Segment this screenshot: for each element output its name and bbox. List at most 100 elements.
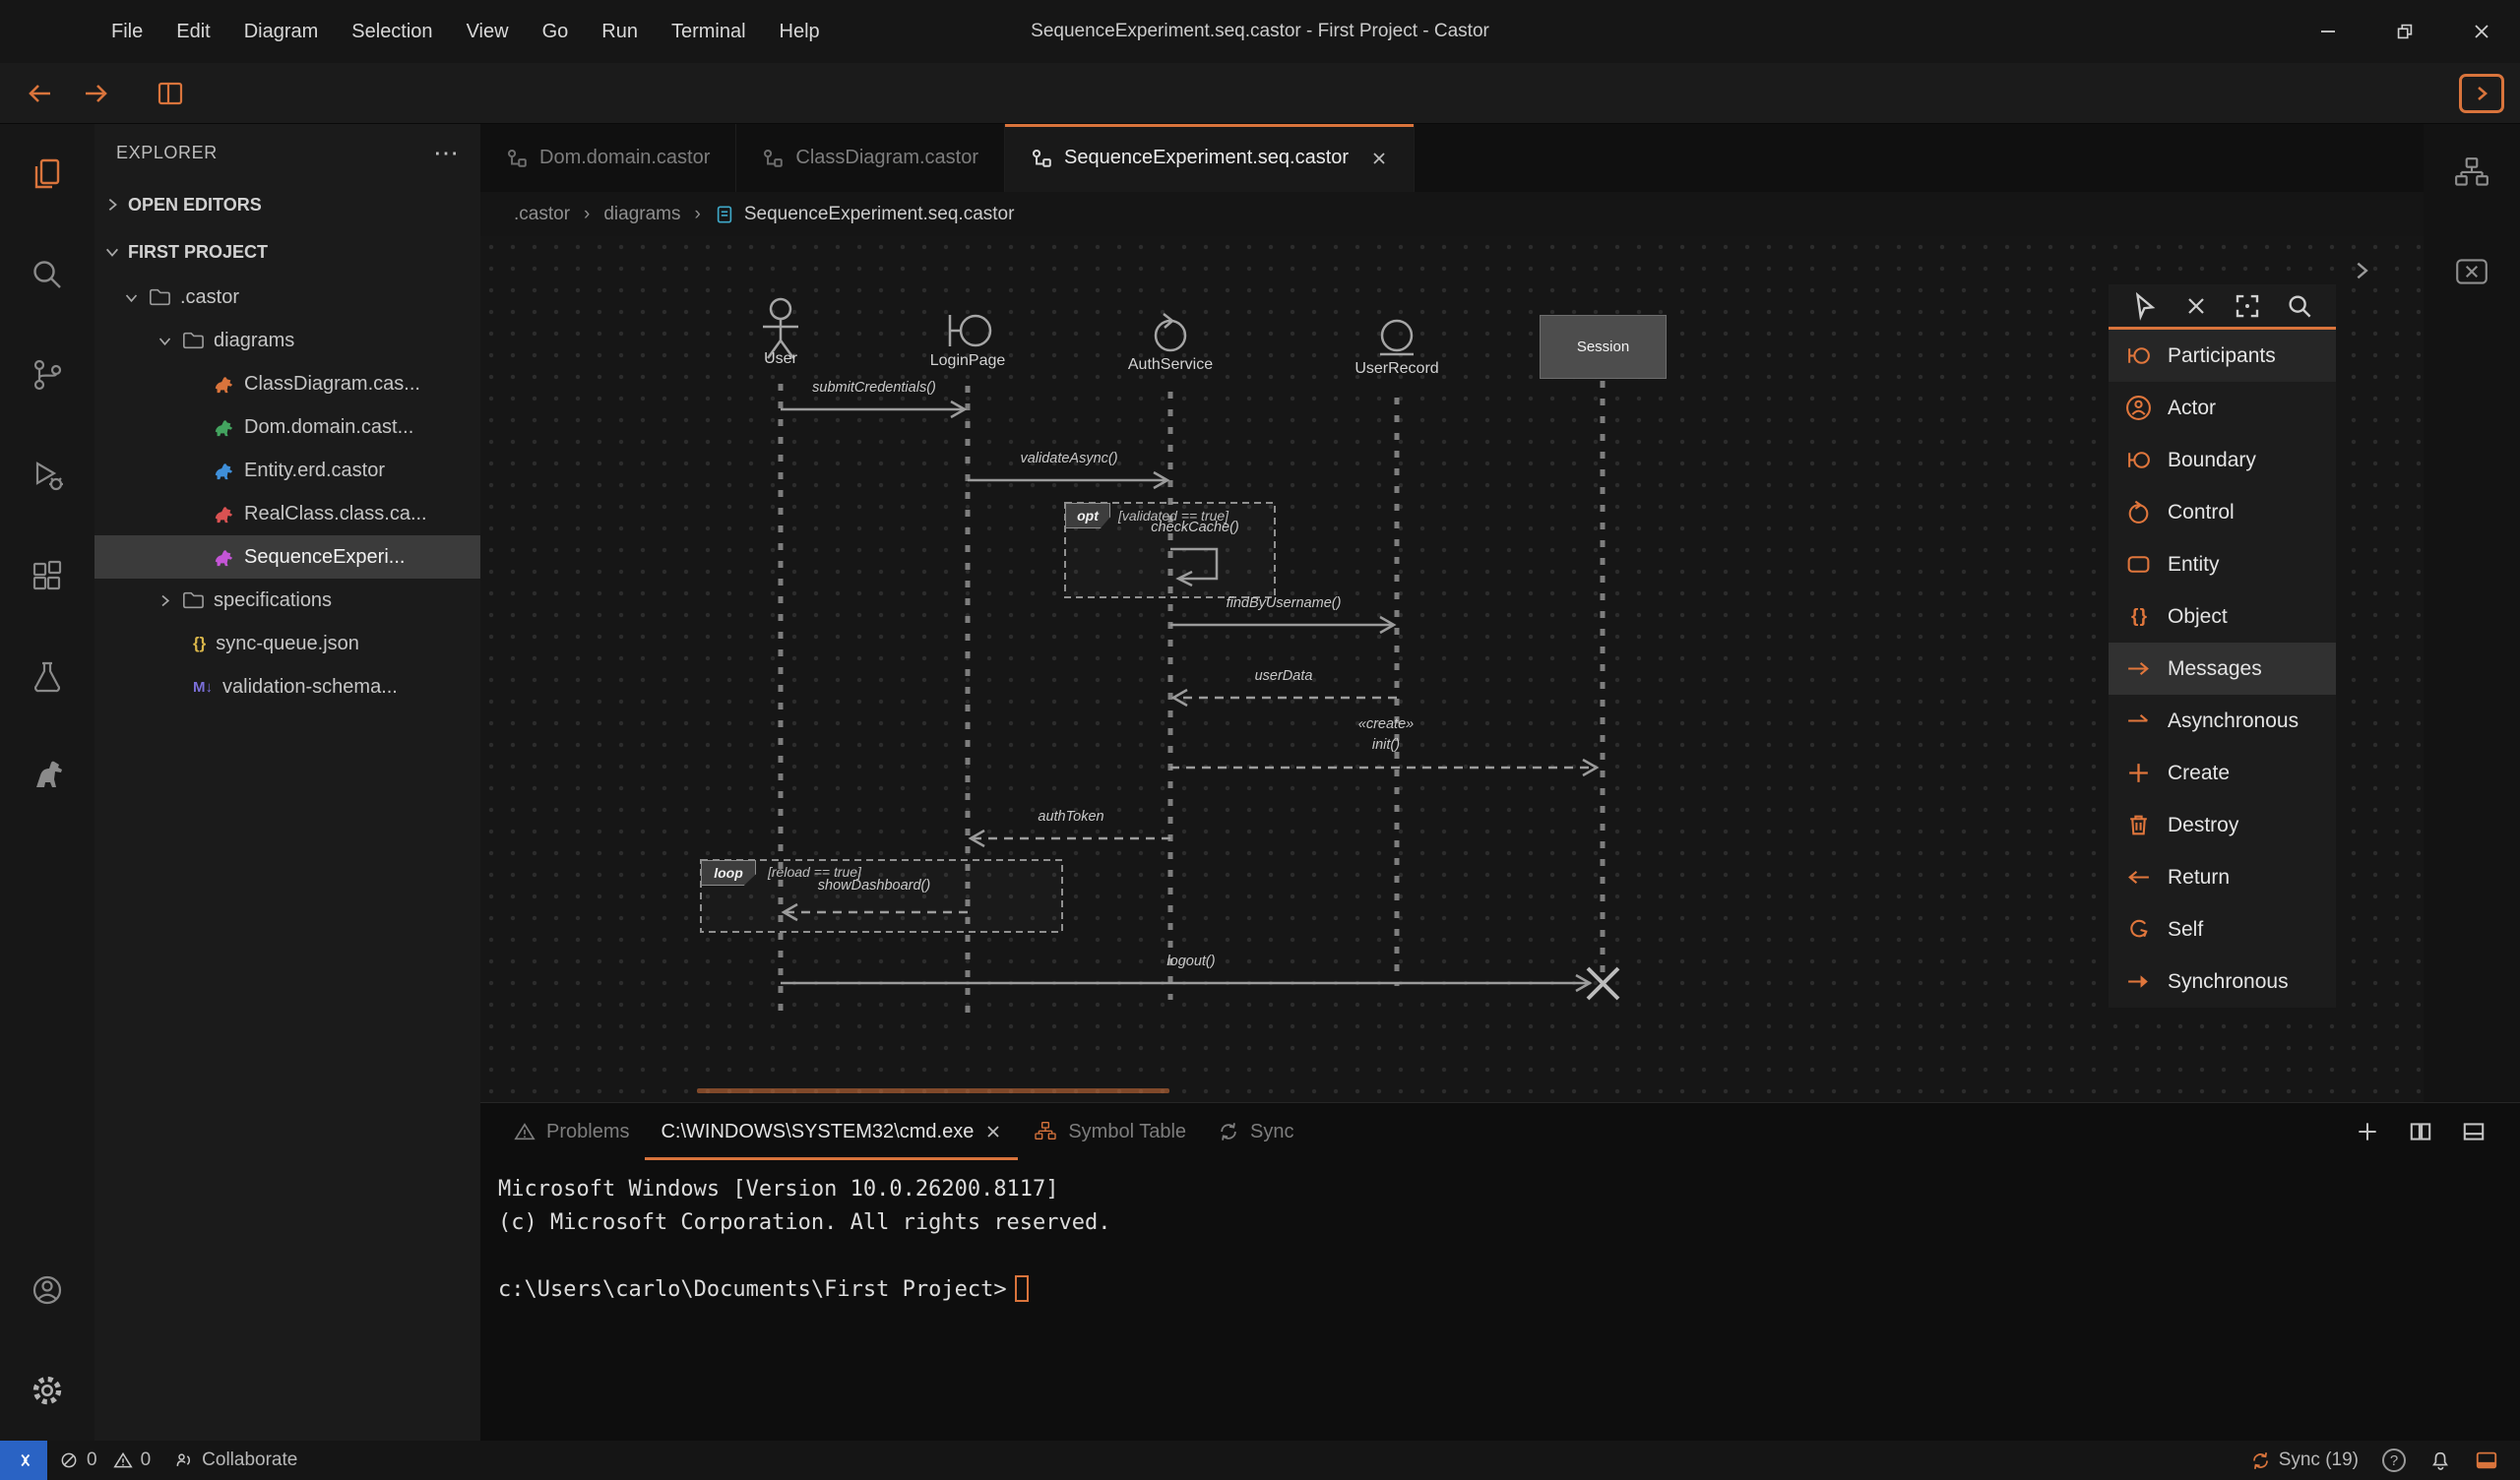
message-findbyusername[interactable]: findByUsername()	[1227, 595, 1342, 611]
diagram-editor-canvas[interactable]: User LoginPage AuthService UserRecord Se…	[480, 236, 2424, 1102]
panel-tab-sync[interactable]: Sync	[1202, 1103, 1309, 1160]
participant-userrecord[interactable]: UserRecord	[1354, 360, 1438, 378]
palette-item-participants[interactable]: Participants	[2109, 330, 2336, 382]
palette-item-actor[interactable]: Actor	[2109, 382, 2336, 434]
tree-item-realclass[interactable]: RealClass.class.ca...	[94, 492, 480, 535]
palette-item-entity[interactable]: Entity	[2109, 538, 2336, 590]
panel-tab-terminal[interactable]: C:\WINDOWS\SYSTEM32\cmd.exe	[645, 1103, 1018, 1160]
clear-tool-icon[interactable]	[2182, 292, 2210, 320]
activity-account[interactable]	[0, 1240, 94, 1340]
menu-selection[interactable]: Selection	[335, 0, 449, 63]
message-init[interactable]: init()	[1372, 737, 1400, 753]
menu-terminal[interactable]: Terminal	[655, 0, 763, 63]
new-terminal-icon[interactable]	[2355, 1119, 2380, 1144]
activity-explorer[interactable]	[0, 124, 94, 224]
activity-run-debug[interactable]	[0, 425, 94, 525]
activity-testing[interactable]	[0, 626, 94, 726]
palette-item-messages[interactable]: Messages	[2109, 643, 2336, 695]
notifications-button[interactable]	[2418, 1441, 2463, 1480]
menu-diagram[interactable]: Diagram	[227, 0, 336, 63]
message-logout[interactable]: logout()	[1166, 954, 1215, 969]
activity-extensions[interactable]	[0, 525, 94, 626]
menu-run[interactable]: Run	[585, 0, 655, 63]
breadcrumb-item-diagrams[interactable]: diagrams	[603, 204, 680, 225]
panel-tab-symbol-table[interactable]: Symbol Table	[1018, 1103, 1202, 1160]
message-submitcredentials[interactable]: submitCredentials()	[812, 380, 936, 396]
select-tool-icon[interactable]	[2130, 291, 2160, 321]
section-open-editors[interactable]: OPEN EDITORS	[94, 181, 480, 228]
fragment-opt-guard[interactable]: [validated == true]	[1118, 508, 1228, 524]
tree-item-validation-schema[interactable]: M↓ validation-schema...	[94, 665, 480, 709]
palette-item-asynchronous[interactable]: Asynchronous	[2109, 695, 2336, 747]
split-panel-icon[interactable]	[2408, 1119, 2433, 1144]
palette-item-self[interactable]: Self	[2109, 903, 2336, 956]
menu-view[interactable]: View	[450, 0, 526, 63]
maximize-button[interactable]	[2366, 0, 2443, 63]
panel-toggle-status-button[interactable]	[2463, 1441, 2510, 1480]
tree-item-sequence-experiment[interactable]: SequenceExperi...	[94, 535, 480, 579]
tree-item-specifications-folder[interactable]: specifications	[94, 579, 480, 622]
fragment-loop-operator[interactable]: loop	[701, 860, 756, 886]
remote-indicator-button[interactable]	[0, 1441, 47, 1480]
menu-help[interactable]: Help	[763, 0, 837, 63]
tree-item-castor-folder[interactable]: .castor	[94, 276, 480, 319]
message-validateasync[interactable]: validateAsync()	[1020, 451, 1117, 466]
palette-item-boundary[interactable]: Boundary	[2109, 434, 2336, 486]
zoom-search-icon[interactable]	[2285, 291, 2314, 321]
menu-file[interactable]: File	[94, 0, 159, 63]
section-first-project[interactable]: FIRST PROJECT	[94, 228, 480, 276]
panel-tab-problems[interactable]: Problems	[498, 1103, 645, 1160]
palette-item-return[interactable]: Return	[2109, 851, 2336, 903]
open-right-panel-button[interactable]	[2459, 74, 2504, 113]
close-tab-icon[interactable]	[1370, 150, 1388, 167]
activity-source-control[interactable]	[0, 325, 94, 425]
message-showdashboard[interactable]: showDashboard()	[818, 878, 930, 894]
menu-go[interactable]: Go	[526, 0, 586, 63]
tree-item-sync-queue-json[interactable]: {} sync-queue.json	[94, 622, 480, 665]
sync-status-button[interactable]: Sync (19)	[2238, 1441, 2370, 1480]
activity-search[interactable]	[0, 224, 94, 325]
close-button[interactable]	[2443, 0, 2520, 63]
back-button[interactable]	[26, 80, 55, 107]
message-userdata[interactable]: userData	[1255, 668, 1313, 684]
close-panel-tab-icon[interactable]	[984, 1123, 1002, 1141]
participant-loginpage[interactable]: LoginPage	[930, 352, 1006, 370]
message-create-stereotype[interactable]: «create»	[1358, 716, 1414, 732]
fragment-loop-guard[interactable]: [reload == true]	[768, 864, 861, 880]
palette-item-create[interactable]: Create	[2109, 747, 2336, 799]
terminal-output[interactable]: Microsoft Windows [Version 10.0.26200.81…	[480, 1160, 2520, 1307]
tree-item-domdomain[interactable]: Dom.domain.cast...	[94, 405, 480, 449]
tab-dom-domain[interactable]: Dom.domain.castor	[480, 124, 736, 192]
palette-item-control[interactable]: Control	[2109, 486, 2336, 538]
minimize-button[interactable]	[2290, 0, 2366, 63]
palette-item-destroy[interactable]: Destroy	[2109, 799, 2336, 851]
explorer-more-actions[interactable]: ⋯	[433, 143, 459, 162]
tab-sequence-experiment[interactable]: SequenceExperiment.seq.castor	[1005, 124, 1415, 192]
participant-authservice[interactable]: AuthService	[1128, 356, 1213, 374]
tab-classdiagram[interactable]: ClassDiagram.castor	[736, 124, 1005, 192]
debug-console-view-button[interactable]	[2424, 222, 2520, 321]
tree-item-diagrams-folder[interactable]: diagrams	[94, 319, 480, 362]
breadcrumb-item-castor[interactable]: .castor	[514, 204, 570, 225]
symbol-outline-view-button[interactable]	[2424, 124, 2520, 222]
panel-layout-icon[interactable]	[2461, 1119, 2487, 1144]
participant-user[interactable]: User	[764, 350, 797, 368]
problems-status-button[interactable]: 0 0	[47, 1441, 162, 1480]
fragment-opt-operator[interactable]: opt	[1065, 503, 1110, 528]
menu-edit[interactable]: Edit	[159, 0, 226, 63]
feedback-button[interactable]: ?	[2370, 1441, 2418, 1480]
participant-session-box[interactable]: Session	[1540, 315, 1667, 379]
palette-item-object[interactable]: { } Object	[2109, 590, 2336, 643]
activity-settings[interactable]	[0, 1340, 94, 1441]
layout-split-button[interactable]	[156, 80, 185, 107]
tree-item-entity-erd[interactable]: Entity.erd.castor	[94, 449, 480, 492]
forward-button[interactable]	[81, 80, 110, 107]
horizontal-scrollbar[interactable]	[697, 1088, 1169, 1093]
collaborate-button[interactable]: Collaborate	[162, 1441, 309, 1480]
palette-item-synchronous[interactable]: Synchronous	[2109, 956, 2336, 1008]
palette-collapse-chevron-icon[interactable]	[2351, 260, 2372, 281]
message-authtoken[interactable]: authToken	[1038, 809, 1103, 825]
breadcrumb-item-file[interactable]: SequenceExperiment.seq.castor	[715, 204, 1015, 225]
activity-castor[interactable]	[0, 726, 94, 827]
fit-frame-icon[interactable]	[2233, 291, 2262, 321]
